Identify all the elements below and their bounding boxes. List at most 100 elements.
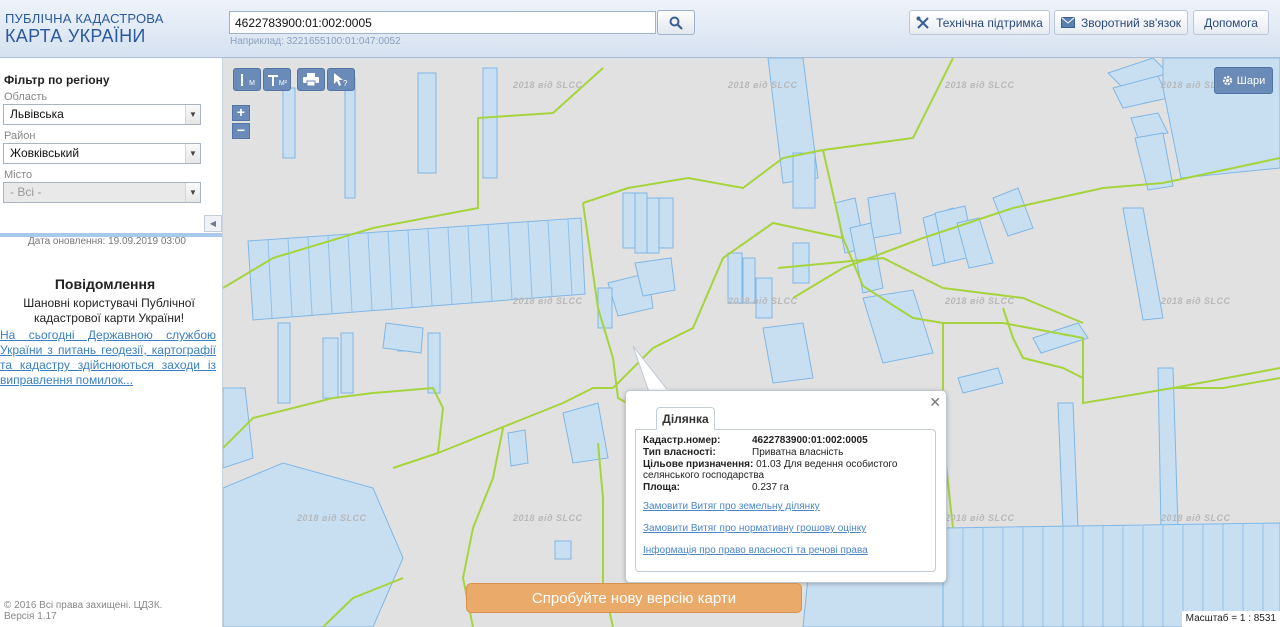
sidebar: Фільтр по регіону Область Львівська ▼ Ра… xyxy=(0,58,223,627)
logo-line1: ПУБЛІЧНА КАДАСТРОВА xyxy=(5,11,164,26)
watermark: 2018 від SLCC xyxy=(1161,513,1231,523)
parcel-info-panel: Кадастр.номер: 4622783900:01:002:0005 Тип… xyxy=(635,429,936,572)
field-cadastral-number: Кадастр.номер: 4622783900:01:002:0005 xyxy=(643,435,868,446)
gear-icon xyxy=(1222,75,1232,86)
map-canvas[interactable]: 2018 від SLCC 2018 від SLCC 2018 від SLC… xyxy=(223,58,1280,627)
identify-button[interactable]: ? xyxy=(327,68,355,91)
order-land-extract-link[interactable]: Замовити Витяг про земельну ділянку xyxy=(643,501,820,512)
field-value: Приватна власність xyxy=(752,447,844,458)
help-button[interactable]: Допомога xyxy=(1193,10,1269,35)
parcel xyxy=(223,387,254,469)
measure-area-button[interactable]: M² xyxy=(263,68,291,91)
raion-select[interactable]: Жовківський ▼ xyxy=(3,143,201,164)
field-key: Кадастр.номер: xyxy=(643,435,721,446)
layers-button[interactable]: Шари xyxy=(1214,67,1273,94)
feedback-button[interactable]: Зворотний зв'язок xyxy=(1054,10,1188,35)
oblast-value: Львівська xyxy=(10,107,64,121)
filter-title: Фільтр по регіону xyxy=(4,73,110,87)
close-icon[interactable]: ✕ xyxy=(929,395,941,409)
try-new-version-button[interactable]: Спробуйте нову версію карти xyxy=(466,583,802,613)
parcel xyxy=(1122,207,1164,321)
feedback-label: Зворотний зв'язок xyxy=(1080,15,1182,30)
chevron-left-icon: ◀ xyxy=(209,219,217,228)
parcel xyxy=(634,192,648,254)
boundary-line xyxy=(1082,367,1280,405)
boundary-line xyxy=(223,386,445,469)
search-button[interactable] xyxy=(657,10,695,35)
parcel xyxy=(340,332,354,394)
tools-icon xyxy=(916,16,929,29)
measure-distance-button[interactable]: M xyxy=(233,68,261,91)
watermark: 2018 від SLCC xyxy=(728,296,798,306)
parcel xyxy=(1157,367,1179,529)
watermark: 2018 від SLCC xyxy=(513,513,583,523)
support-button[interactable]: Технічна підтримка xyxy=(909,10,1050,35)
parcel xyxy=(597,287,613,329)
cadastral-search-input[interactable] xyxy=(229,11,656,34)
ruler-icon xyxy=(241,73,244,86)
watermark: 2018 від SLCC xyxy=(945,296,1015,306)
field-value: 4622783900:01:002:0005 xyxy=(752,435,868,446)
parcel xyxy=(622,192,636,249)
chevron-down-icon: ▼ xyxy=(185,183,200,202)
chevron-down-icon: ▼ xyxy=(185,144,200,163)
print-button[interactable] xyxy=(297,68,325,91)
cursor-help-icon: ? xyxy=(334,73,348,87)
boundary-line xyxy=(1173,377,1280,389)
city-value: - Всі - xyxy=(10,185,42,199)
parcel xyxy=(382,322,424,354)
oblast-label: Область xyxy=(4,91,48,103)
raion-value: Жовківський xyxy=(10,146,80,160)
site-logo[interactable]: ПУБЛІЧНА КАДАСТРОВА КАРТА УКРАЇНИ xyxy=(5,12,164,45)
svg-text:?: ? xyxy=(343,79,348,87)
oblast-select[interactable]: Львівська ▼ xyxy=(3,104,201,125)
search-example-hint: Наприклад: 3221655100:01:047:0052 xyxy=(230,36,401,47)
watermark: 2018 від SLCC xyxy=(945,513,1015,523)
parcel xyxy=(862,289,934,364)
measure-m2-label: M² xyxy=(278,80,288,87)
parcel xyxy=(223,462,404,627)
parcel xyxy=(507,429,529,467)
field-area: Площа: 0.237 га xyxy=(643,482,789,493)
notice-link[interactable]: На сьогодні Державною службою України з … xyxy=(0,328,216,388)
zoom-out-button[interactable]: − xyxy=(232,123,250,139)
city-select[interactable]: - Всі - ▼ xyxy=(3,182,201,203)
field-key: Площа: xyxy=(643,482,680,493)
ownership-rights-link[interactable]: Інформація про право власності та речові… xyxy=(643,545,868,556)
parcel xyxy=(344,77,356,199)
watermark: 2018 від SLCC xyxy=(945,80,1015,90)
parcel xyxy=(1057,402,1079,529)
area-ruler-icon xyxy=(267,74,278,86)
parcel xyxy=(646,197,660,254)
watermark: 2018 від SLCC xyxy=(728,80,798,90)
plus-icon: + xyxy=(236,104,246,120)
logo-line2: КАРТА УКРАЇНИ xyxy=(5,26,146,46)
boundary-line xyxy=(777,256,1084,324)
parcel xyxy=(427,332,441,394)
zoom-in-button[interactable]: + xyxy=(232,105,250,121)
popup-pointer xyxy=(632,346,671,393)
parcel xyxy=(562,402,609,464)
collapse-sidebar-button[interactable]: ◀ xyxy=(204,215,222,232)
field-purpose: Цільове призначення: 01.03 Для ведення о… xyxy=(643,459,928,481)
order-valuation-extract-link[interactable]: Замовити Витяг про нормативну грошову оц… xyxy=(643,523,866,534)
search-icon xyxy=(669,16,683,30)
watermark: 2018 від SLCC xyxy=(1161,296,1231,306)
parcel xyxy=(957,367,1004,394)
notice-body: Шановні користувачі Публічної кадастрово… xyxy=(23,296,195,325)
support-label: Технічна підтримка xyxy=(936,15,1043,30)
parcel xyxy=(762,322,814,384)
minus-icon: − xyxy=(236,122,246,138)
parcel-info-popup: ✕ Ділянка Кадастр.номер: 4622783900:01:00… xyxy=(625,390,947,583)
envelope-icon xyxy=(1060,17,1075,28)
field-key: Тип власності: xyxy=(643,447,716,458)
field-key: Цільове призначення: xyxy=(643,459,754,470)
parcel xyxy=(792,242,810,284)
parcel xyxy=(277,322,291,404)
layers-label: Шари xyxy=(1236,74,1266,87)
boundary-line xyxy=(822,58,954,151)
watermark: 2018 від SLCC xyxy=(513,80,583,90)
update-date: Дата оновлення: 19.09.2019 03:00 xyxy=(28,236,186,247)
tab-parcel[interactable]: Ділянка xyxy=(656,407,715,430)
parcel xyxy=(282,87,296,159)
